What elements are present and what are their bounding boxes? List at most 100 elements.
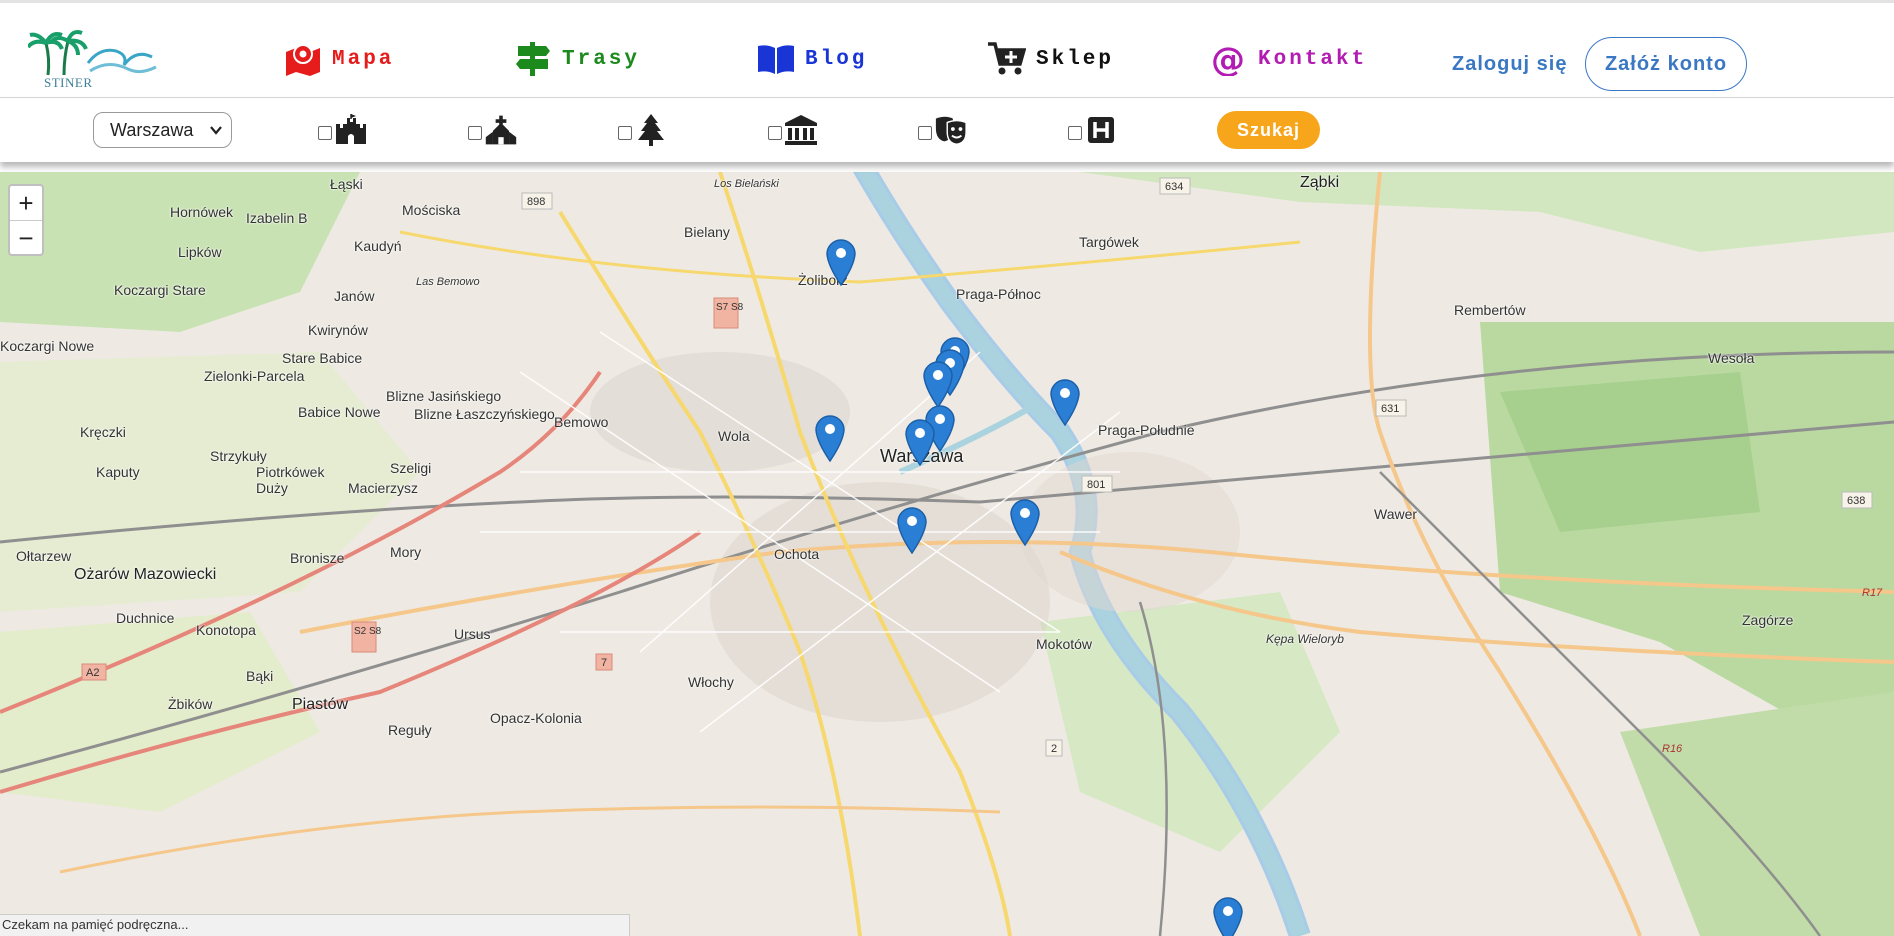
map-label: Opacz-Kolonia xyxy=(490,710,582,726)
map-marker[interactable] xyxy=(814,414,846,463)
map-label: Hornówek xyxy=(170,204,234,220)
map-label: Włochy xyxy=(688,674,734,690)
map-label: Wawer xyxy=(1374,506,1418,522)
map-label: Duchnice xyxy=(116,610,175,626)
map-label: Ołtarzew xyxy=(16,548,72,564)
map-label: Macierzysz xyxy=(348,480,419,496)
chevron-down-icon xyxy=(210,126,222,135)
nav-kontakt-label: Kontakt xyxy=(1258,47,1368,71)
map-label: Reguły xyxy=(388,722,432,738)
map-label: Szeligi xyxy=(390,460,432,476)
map-marker[interactable] xyxy=(904,418,936,467)
map-label: Strzykuły xyxy=(210,448,267,464)
signpost-icon xyxy=(514,42,552,76)
map-label: Konotopa xyxy=(196,622,256,638)
nav-trasy-label: Trasy xyxy=(562,47,641,71)
cart-plus-icon xyxy=(988,42,1027,76)
site-header: STINER Mapa Trasy Blog Sklep @ Kontakt Z… xyxy=(0,3,1894,98)
city-select-value: Warszawa xyxy=(110,119,194,140)
map-label: Mokotów xyxy=(1036,636,1093,652)
map-marker[interactable] xyxy=(896,506,928,555)
login-link[interactable]: Zaloguj się xyxy=(1452,53,1567,76)
filter-theater xyxy=(918,113,968,147)
filter-castle-checkbox[interactable] xyxy=(318,126,332,140)
map-marker[interactable] xyxy=(1009,498,1041,547)
nav-blog[interactable]: Blog xyxy=(757,41,867,77)
map-marker[interactable] xyxy=(825,238,857,287)
museum-icon xyxy=(785,115,817,145)
nav-mapa-label: Mapa xyxy=(332,47,395,71)
map-label: Mory xyxy=(390,544,422,560)
map-label: Ursus xyxy=(454,626,491,642)
open-book-icon xyxy=(757,42,795,76)
map-label: Las Bemowo xyxy=(416,276,480,288)
map-label: Ząbki xyxy=(1300,174,1340,191)
map-label: Kępa Wieloryb xyxy=(1266,632,1344,646)
nav-blog-label: Blog xyxy=(805,47,868,71)
map-label: Wola xyxy=(718,428,750,444)
palm-wave-logo-icon xyxy=(26,30,157,76)
filter-church-checkbox[interactable] xyxy=(468,126,482,140)
nav-kontakt[interactable]: @ Kontakt xyxy=(1210,40,1368,80)
map-label: Piotrkówek Duży xyxy=(256,464,325,496)
nav-mapa[interactable]: Mapa xyxy=(284,41,394,77)
map-label: Lipków xyxy=(178,244,222,260)
filter-nature-checkbox[interactable] xyxy=(618,126,632,140)
map-label: Janów xyxy=(334,288,375,304)
map-label: Wesoła xyxy=(1708,350,1755,366)
zoom-out-button[interactable]: − xyxy=(10,221,42,255)
theater-masks-icon xyxy=(935,116,967,145)
register-button[interactable]: Załóż konto xyxy=(1585,37,1747,91)
map-label: Zagórze xyxy=(1742,612,1794,628)
filter-theater-checkbox[interactable] xyxy=(918,126,932,140)
map-label: Blizne Jasińskiego xyxy=(386,388,502,404)
map-label: Mościska xyxy=(402,202,461,218)
filter-museum-checkbox[interactable] xyxy=(768,126,782,140)
filter-bar: Warszawa Szukaj xyxy=(0,98,1894,162)
map-label: Praga-Południe xyxy=(1098,422,1195,438)
map-view[interactable]: + − Łąski Hornówek Izabelin B Mościska B… xyxy=(0,172,1894,936)
map-marker[interactable] xyxy=(922,360,954,409)
map-label: Żbików xyxy=(168,696,213,712)
city-select[interactable]: Warszawa xyxy=(93,112,232,148)
map-marker[interactable] xyxy=(1049,378,1081,427)
logo-text: STINER xyxy=(44,75,93,90)
filter-hotel-checkbox[interactable] xyxy=(1068,126,1082,140)
map-label: Ochota xyxy=(774,546,820,562)
tree-icon xyxy=(638,114,664,146)
map-label: Blizne Łaszczyńskiego xyxy=(414,406,555,422)
status-bar: Czekam na pamięć podręczna... xyxy=(0,914,630,936)
zoom-control: + − xyxy=(8,184,44,256)
map-label: Zielonki-Parcela xyxy=(204,368,305,384)
filter-church xyxy=(468,113,518,147)
map-label: Bronisze xyxy=(290,550,345,566)
svg-text:@: @ xyxy=(1211,42,1248,76)
nav-sklep-label: Sklep xyxy=(1036,47,1115,71)
map-label: Praga-Północ xyxy=(956,286,1041,302)
map-label: Kwirynów xyxy=(308,322,368,338)
nav-sklep[interactable]: Sklep xyxy=(988,41,1114,77)
map-label: Kręczki xyxy=(80,424,126,440)
nav-trasy[interactable]: Trasy xyxy=(514,41,640,77)
map-marker[interactable] xyxy=(1212,896,1244,936)
map-label: Koczargi Nowe xyxy=(0,338,95,354)
map-pin-icon xyxy=(284,42,322,76)
map-label: Los Bielański xyxy=(714,178,779,190)
map-label: Stare Babice xyxy=(282,350,363,366)
map-label: Targówek xyxy=(1079,234,1139,250)
map-label: Kaudyń xyxy=(354,238,402,254)
filter-museum xyxy=(768,113,818,147)
hotel-icon xyxy=(1088,117,1114,143)
search-button[interactable]: Szukaj xyxy=(1217,111,1320,149)
map-label: Koczargi Stare xyxy=(114,282,206,298)
map-label: Babice Nowe xyxy=(298,404,381,420)
filter-nature xyxy=(618,113,668,147)
map-label: Bielany xyxy=(684,224,730,240)
map-label: Izabelin B xyxy=(246,210,308,226)
map-label: Ożarów Mazowiecki xyxy=(74,566,217,583)
map-label: Rembertów xyxy=(1454,302,1526,318)
map-label: Łąski xyxy=(330,176,363,192)
map-label: Bąki xyxy=(246,668,274,684)
church-icon xyxy=(485,115,517,145)
zoom-in-button[interactable]: + xyxy=(10,186,42,221)
